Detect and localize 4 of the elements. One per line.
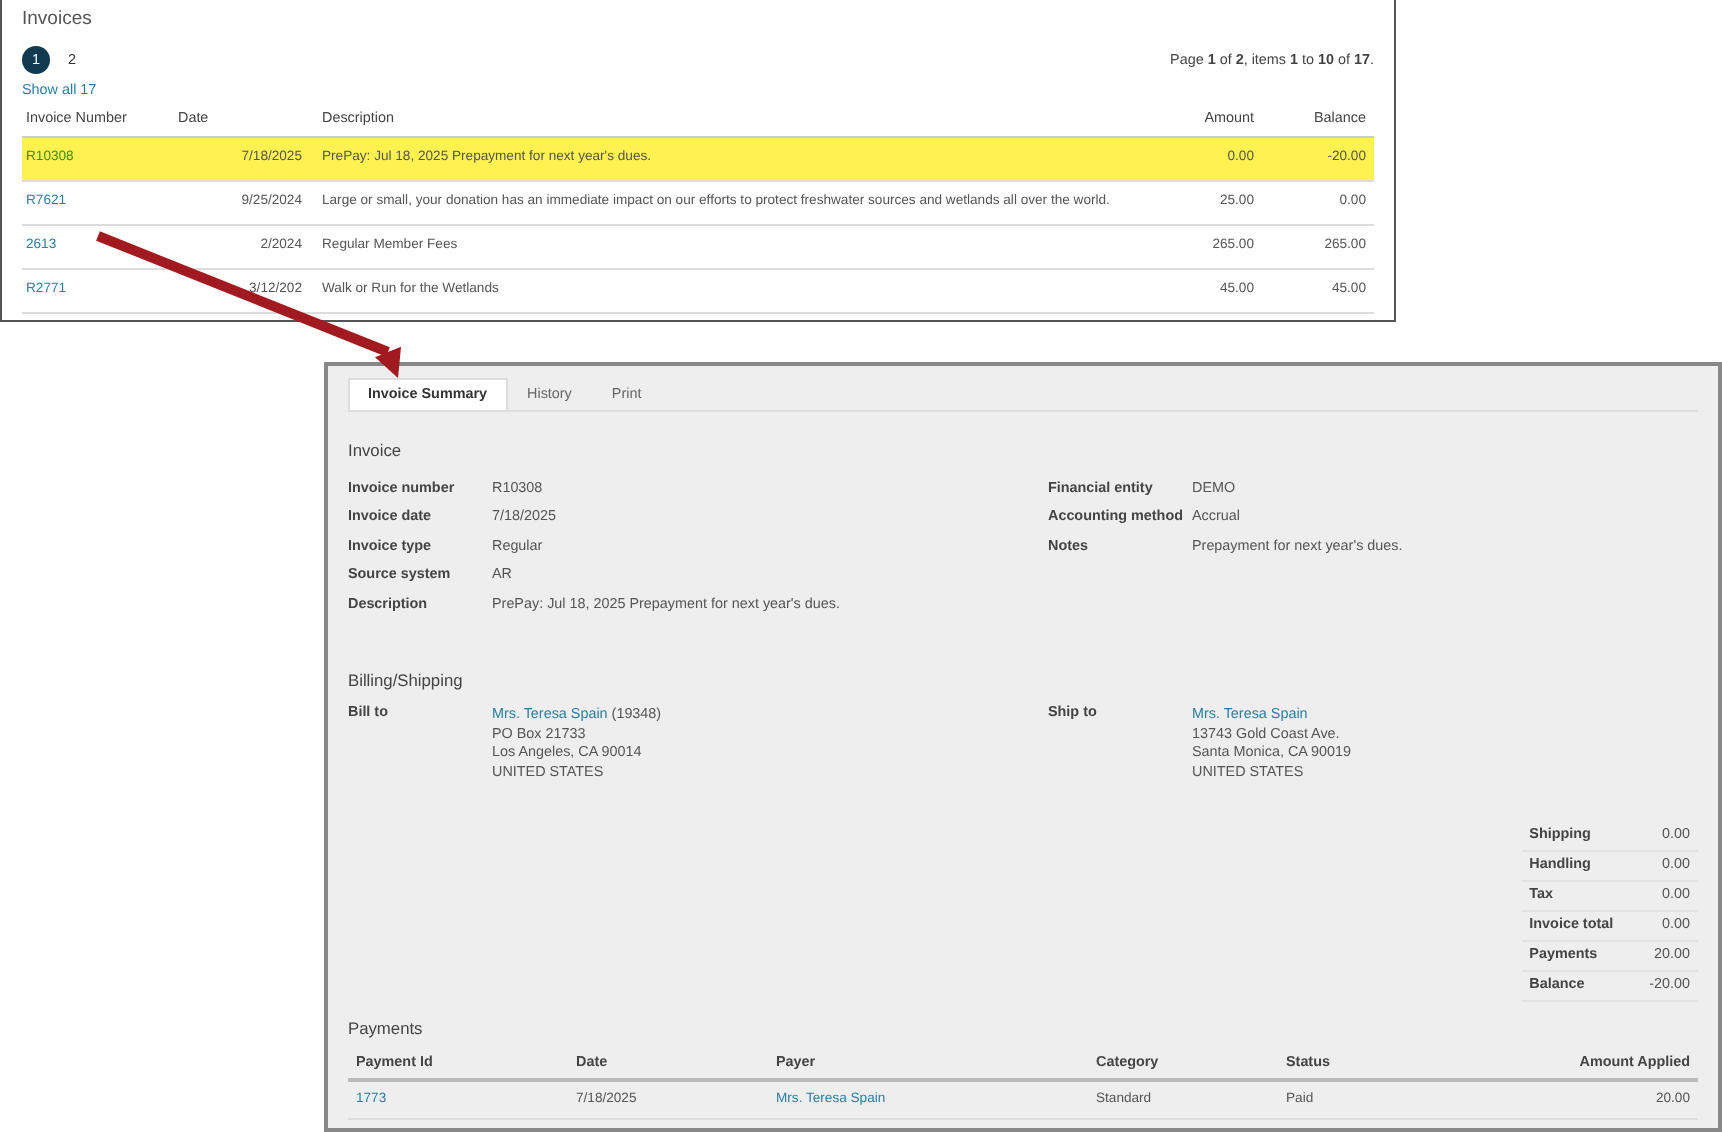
panel-title: Invoices <box>22 8 94 31</box>
section-heading: Billing/Shipping <box>348 670 465 691</box>
section-heading: Invoice <box>348 439 404 460</box>
section-heading: Payments <box>348 1017 425 1038</box>
